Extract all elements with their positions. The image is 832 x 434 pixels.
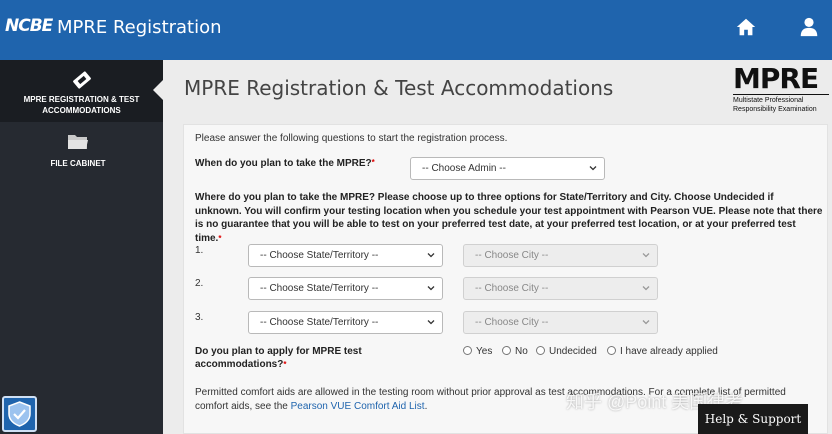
radio-circle[interactable]: [536, 346, 545, 355]
security-shield-button[interactable]: [2, 396, 37, 432]
sidebar-item-label: MPRE REGISTRATION & TEST ACCOMMODATIONS: [23, 95, 140, 115]
sidebar-item-label: FILE CABINET: [50, 159, 106, 168]
admin-question-label: When do you plan to take the MPRE?*: [195, 158, 375, 169]
comfort-aid-list-link[interactable]: Pearson VUE Comfort Aid List: [291, 401, 425, 412]
intro-text: Please answer the following questions to…: [195, 133, 508, 144]
home-icon[interactable]: [735, 16, 757, 38]
state-select-3[interactable]: -- Choose State/Territory --: [248, 311, 443, 334]
top-navbar: NCBE MPRE Registration: [0, 0, 832, 60]
state-select-1[interactable]: -- Choose State/Territory --: [248, 244, 443, 267]
required-mark: *: [218, 233, 222, 243]
state-select-2[interactable]: -- Choose State/Territory --: [248, 277, 443, 300]
active-indicator: [153, 80, 163, 100]
radio-undecided[interactable]: Undecided: [536, 346, 597, 357]
user-icon[interactable]: [798, 16, 820, 38]
row-number: 1.: [195, 245, 204, 256]
city-select-3: -- Choose City --: [463, 311, 658, 334]
page-title: MPRE Registration & Test Accommodations: [184, 76, 614, 100]
city-select-1: -- Choose City --: [463, 244, 658, 267]
folder-icon: [68, 135, 88, 149]
radio-circle[interactable]: [502, 346, 511, 355]
chevron-down-icon: [427, 286, 435, 291]
help-support-button[interactable]: Help & Support: [698, 404, 808, 434]
ncbe-logo[interactable]: NCBE: [5, 16, 53, 36]
mpre-logo: MPRE Multistate Professional Responsibil…: [733, 64, 829, 114]
app-title: MPRE Registration: [57, 17, 222, 38]
city-select-2: -- Choose City --: [463, 277, 658, 300]
ticket-icon: [72, 71, 91, 89]
shield-check-icon: [8, 401, 31, 427]
main-content: MPRE Registration & Test Accommodations …: [163, 60, 832, 434]
location-question-text: Where do you plan to take the MPRE? Plea…: [195, 192, 823, 244]
sidebar: MPRE REGISTRATION & TEST ACCOMMODATIONS …: [0, 60, 163, 434]
required-mark: *: [283, 360, 287, 369]
chevron-down-icon: [589, 166, 597, 171]
chevron-down-icon: [642, 253, 650, 258]
chevron-down-icon: [642, 286, 650, 291]
radio-already-applied[interactable]: I have already applied: [607, 346, 718, 357]
chevron-down-icon: [642, 320, 650, 325]
radio-yes[interactable]: Yes: [463, 346, 492, 357]
chevron-down-icon: [427, 320, 435, 325]
sidebar-item-registration[interactable]: MPRE REGISTRATION & TEST ACCOMMODATIONS: [0, 60, 163, 122]
row-number: 3.: [195, 312, 204, 323]
radio-circle[interactable]: [463, 346, 472, 355]
radio-circle[interactable]: [607, 346, 616, 355]
chevron-down-icon: [427, 253, 435, 258]
row-number: 2.: [195, 278, 204, 289]
radio-no[interactable]: No: [502, 346, 528, 357]
required-mark: *: [371, 158, 375, 167]
accommodations-question-label: Do you plan to apply for MPRE test accom…: [195, 346, 362, 370]
sidebar-item-file-cabinet[interactable]: FILE CABINET: [0, 132, 156, 169]
admin-select[interactable]: -- Choose Admin --: [410, 157, 605, 180]
